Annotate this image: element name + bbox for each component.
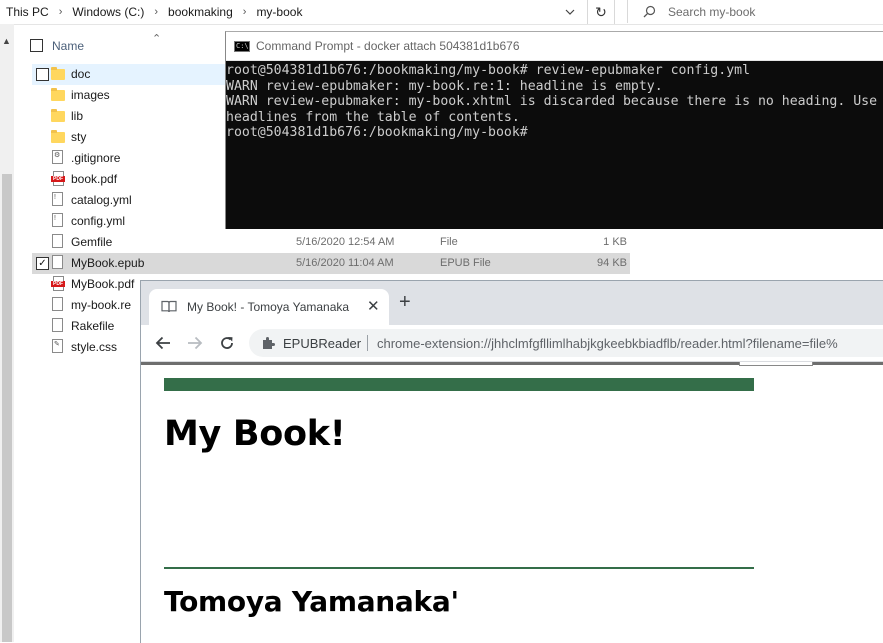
pdf-icon: PDF <box>51 171 67 188</box>
forward-arrow-icon[interactable] <box>183 331 207 355</box>
folder-icon <box>51 66 67 83</box>
file-row[interactable]: ✓ MyBook.epub 5/16/2020 11:04 AM EPUB File 9… <box>32 253 630 274</box>
tab-strip: My Book! - Tomoya Yamanaka ✕ + <box>141 281 883 325</box>
book-author: Tomoya Yamanaka' <box>164 585 459 618</box>
scrollbar-thumb[interactable] <box>2 174 12 642</box>
command-prompt-titlebar[interactable]: C:\ Command Prompt - docker attach 50438… <box>226 32 883 61</box>
yaml-file-icon: ! <box>51 192 67 209</box>
tab-title: My Book! - Tomoya Yamanaka <box>187 300 350 314</box>
address-divider <box>367 335 368 351</box>
file-name: MyBook.epub <box>71 256 145 270</box>
file-icon <box>51 234 67 251</box>
breadcrumb-chevron-icon[interactable]: › <box>146 6 166 18</box>
css-file-icon: ✎ <box>51 339 67 356</box>
folder-icon <box>51 87 67 104</box>
reader-panel-edge <box>739 362 813 366</box>
row-checkbox[interactable] <box>36 68 49 81</box>
breadcrumb-bookmaking[interactable]: bookmaking <box>166 5 235 19</box>
terminal-line: WARN review-epubmaker: my-book.xhtml is … <box>226 94 878 109</box>
settings-file-icon: ⚙ <box>51 150 67 167</box>
file-name: images <box>71 88 110 102</box>
row-checkbox[interactable]: ✓ <box>36 257 49 270</box>
yaml-file-icon: ! <box>51 213 67 230</box>
search-placeholder: Search my-book <box>668 4 756 19</box>
search-input[interactable]: Search my-book <box>627 0 883 23</box>
select-all-checkbox[interactable] <box>30 39 43 52</box>
file-name: Rakefile <box>71 319 115 333</box>
search-icon <box>642 5 656 19</box>
file-date-modified: 5/16/2020 11:04 AM <box>296 257 394 269</box>
breadcrumb: This PC › Windows (C:) › bookmaking › my… <box>4 4 304 20</box>
breadcrumb-my-book[interactable]: my-book <box>254 5 304 19</box>
folder-icon <box>51 108 67 125</box>
extension-name: EPUBReader <box>283 336 362 351</box>
file-name: my-book.re <box>71 298 132 312</box>
new-tab-icon[interactable]: + <box>399 292 411 312</box>
file-type: File <box>440 236 458 248</box>
file-name: catalog.yml <box>71 193 132 207</box>
address-bar[interactable]: EPUBReader chrome-extension://jhhclmfgfl… <box>249 329 883 357</box>
breadcrumb-this-pc[interactable]: This PC <box>4 5 51 19</box>
epub-reader-page[interactable]: My Book! Tomoya Yamanaka' <box>141 362 883 643</box>
file-size: 94 KB <box>597 257 627 269</box>
book-divider <box>164 567 754 569</box>
browser-window[interactable]: My Book! - Tomoya Yamanaka ✕ + EPUBReade… <box>140 280 883 643</box>
cmd-icon: C:\ <box>234 40 250 52</box>
sort-ascending-icon: ⌃ <box>152 33 162 45</box>
address-history-dropdown-icon[interactable] <box>561 3 579 21</box>
book-icon <box>161 300 177 313</box>
refresh-icon[interactable]: ↻ <box>587 0 615 24</box>
folder-icon <box>51 129 67 146</box>
file-name: MyBook.pdf <box>71 277 135 291</box>
file-name: sty <box>71 130 87 144</box>
file-name: lib <box>71 109 84 123</box>
file-name: style.css <box>71 340 118 354</box>
command-prompt-window[interactable]: C:\ Command Prompt - docker attach 50438… <box>225 31 883 229</box>
file-date-modified: 5/16/2020 12:54 AM <box>296 236 395 248</box>
book-title-band <box>164 378 754 391</box>
back-arrow-icon[interactable] <box>151 331 175 355</box>
file-row[interactable]: Gemfile 5/16/2020 12:54 AM File 1 KB <box>32 232 630 253</box>
file-icon <box>51 318 67 335</box>
tab-my-book[interactable]: My Book! - Tomoya Yamanaka ✕ <box>149 289 389 325</box>
scroll-up-icon[interactable]: ▲ <box>2 36 11 46</box>
column-name-header[interactable]: Name <box>52 39 84 53</box>
pdf-icon: PDF <box>51 276 67 293</box>
reload-icon[interactable] <box>215 331 239 355</box>
file-name: config.yml <box>71 214 126 228</box>
navigation-pane-scrollbar[interactable]: ▲ <box>0 24 14 642</box>
browser-toolbar: EPUBReader chrome-extension://jhhclmfgfl… <box>141 325 883 362</box>
terminal-line: WARN review-epubmaker: my-book.re:1: hea… <box>226 78 663 94</box>
breadcrumb-windows-c[interactable]: Windows (C:) <box>70 5 146 19</box>
breadcrumb-chevron-icon[interactable]: › <box>51 6 71 18</box>
file-type: EPUB File <box>440 257 491 269</box>
explorer-address-bar[interactable]: This PC › Windows (C:) › bookmaking › my… <box>0 0 883 25</box>
book-title: My Book! <box>164 414 346 454</box>
file-icon <box>51 255 67 272</box>
file-size: 1 KB <box>603 236 627 248</box>
url-text[interactable]: chrome-extension://jhhclmfgfllimlhabjkgk… <box>377 336 838 351</box>
file-name: Gemfile <box>71 235 113 249</box>
file-name: doc <box>71 67 91 81</box>
file-name: book.pdf <box>71 172 118 186</box>
terminal-line: headlines from the table of contents. <box>226 109 520 125</box>
terminal-output[interactable]: root@504381d1b676:/bookmaking/my-book# r… <box>226 61 883 141</box>
breadcrumb-chevron-icon[interactable]: › <box>235 6 255 18</box>
terminal-line: root@504381d1b676:/bookmaking/my-book# <box>226 125 528 140</box>
terminal-line: root@504381d1b676:/bookmaking/my-book# r… <box>226 63 751 78</box>
command-prompt-title: Command Prompt - docker attach 504381d1b… <box>256 39 520 53</box>
file-icon <box>51 297 67 314</box>
file-name: .gitignore <box>71 151 121 165</box>
extension-puzzle-icon <box>261 336 275 350</box>
close-tab-icon[interactable]: ✕ <box>367 297 380 315</box>
